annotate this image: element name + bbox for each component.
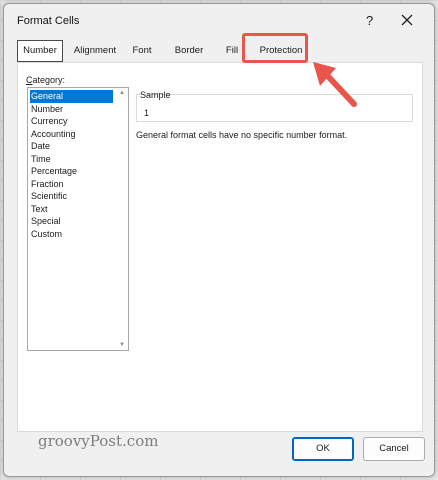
- category-item-date[interactable]: Date: [30, 140, 113, 153]
- category-item-time[interactable]: Time: [30, 153, 113, 166]
- category-label: Category:: [26, 75, 66, 85]
- sample-label: Sample: [140, 90, 171, 100]
- number-tab-panel: Category: General Number Currency Accoun…: [17, 62, 423, 432]
- help-button[interactable]: ?: [366, 13, 373, 28]
- tab-number[interactable]: Number: [17, 40, 63, 62]
- category-item-custom[interactable]: Custom: [30, 228, 113, 241]
- annotation-arrow-icon: [308, 60, 360, 113]
- format-description: General format cells have no specific nu…: [136, 130, 348, 140]
- category-item-currency[interactable]: Currency: [30, 115, 113, 128]
- sample-value: 1: [144, 108, 150, 118]
- category-item-percentage[interactable]: Percentage: [30, 165, 113, 178]
- scroll-down-icon[interactable]: ▼: [119, 342, 125, 348]
- sample-group: [136, 94, 413, 122]
- watermark-logo: groovyPost.com: [38, 432, 159, 450]
- format-cells-dialog: Format Cells ? Number Alignment Font Bor…: [3, 3, 435, 477]
- category-scrollbar[interactable]: ▲ ▼: [116, 88, 128, 350]
- title-bar: Format Cells ?: [4, 4, 434, 38]
- protection-tab-highlight: [242, 33, 308, 63]
- scroll-up-icon[interactable]: ▲: [119, 90, 125, 96]
- tab-alignment[interactable]: Alignment: [67, 40, 123, 62]
- category-item-special[interactable]: Special: [30, 215, 113, 228]
- close-icon[interactable]: [398, 11, 416, 29]
- dialog-title: Format Cells: [17, 15, 80, 27]
- category-item-number[interactable]: Number: [30, 103, 113, 116]
- ok-button[interactable]: OK: [292, 437, 354, 461]
- tab-font[interactable]: Font: [125, 40, 159, 62]
- category-item-accounting[interactable]: Accounting: [30, 128, 113, 141]
- cancel-button[interactable]: Cancel: [363, 437, 425, 461]
- category-item-scientific[interactable]: Scientific: [30, 190, 113, 203]
- category-listbox[interactable]: General Number Currency Accounting Date …: [27, 87, 129, 351]
- category-item-fraction[interactable]: Fraction: [30, 178, 113, 191]
- tab-border[interactable]: Border: [167, 40, 211, 62]
- category-item-text[interactable]: Text: [30, 203, 113, 216]
- category-item-general[interactable]: General: [30, 90, 113, 103]
